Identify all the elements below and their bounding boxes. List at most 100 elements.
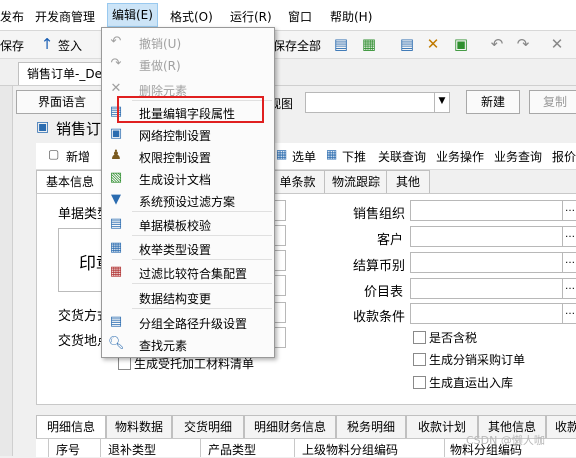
- copy-button[interactable]: 复制: [529, 90, 576, 114]
- redo-icon: ↷: [110, 56, 122, 71]
- menu-item-undo[interactable]: ↶ 撤销(U): [102, 31, 274, 53]
- checkin-button[interactable]: 签入: [58, 37, 82, 54]
- grid-header-parent-group: 上级物料分组编码: [302, 443, 399, 457]
- list-icon[interactable]: ▤: [398, 35, 416, 53]
- menu-item-label: 系统预设过滤方案: [139, 195, 236, 209]
- watermark: CSDN @懒人咖: [466, 434, 545, 447]
- menu-item-label: 权限控制设置: [139, 151, 212, 165]
- push-down-button[interactable]: 下推: [342, 148, 366, 165]
- tab-detail-info[interactable]: 明细信息: [36, 415, 106, 439]
- redo-icon[interactable]: ↷: [514, 35, 532, 53]
- menu-item-group-path[interactable]: ▤ 分组全路径升级设置: [102, 311, 274, 333]
- designer-bar: 界面语言 视图 ▼ 新建 复制: [14, 88, 576, 116]
- search-icon: 🔍︎: [108, 336, 125, 351]
- card-icon: ▣: [36, 119, 50, 135]
- push-icon: ▦: [326, 147, 338, 161]
- report-button[interactable]: 报价: [552, 148, 576, 165]
- menu-window[interactable]: 窗口: [288, 8, 312, 25]
- group-path-icon: ▤: [109, 314, 123, 329]
- menu-help[interactable]: 帮助(H): [330, 8, 372, 25]
- customer-label: 客户: [377, 233, 404, 248]
- undo-icon[interactable]: ↶: [488, 35, 506, 53]
- payment-terms-input[interactable]: …: [410, 303, 576, 324]
- menu-item-data-structure[interactable]: 数据结构变更: [102, 286, 274, 308]
- add-button[interactable]: 新增: [66, 148, 90, 165]
- filter-icon: ▼: [111, 192, 121, 207]
- menu-item-redo[interactable]: ↷ 重做(R): [102, 53, 274, 75]
- grid-divider: [294, 439, 295, 457]
- new-button[interactable]: 新建: [466, 90, 520, 114]
- menu-item-filter-scheme[interactable]: ▼ 系统预设过滤方案: [102, 189, 274, 211]
- tab-delivery-detail[interactable]: 交货明细: [172, 415, 244, 439]
- menu-item-template-check[interactable]: ▤ 单据模板校验: [102, 213, 274, 235]
- menu-item-permission-control[interactable]: ♟ 权限控制设置: [102, 145, 274, 167]
- menu-item-label: 枚举类型设置: [139, 243, 212, 257]
- arrow-up-icon: ↑: [40, 35, 54, 53]
- ellipsis-icon[interactable]: …: [562, 279, 576, 298]
- grid-header-product-type: 产品类型: [208, 443, 257, 457]
- network-icon: ▣: [109, 126, 123, 141]
- document-tab-title: 销售订单-_Def: [27, 67, 107, 81]
- sales-org-input[interactable]: …: [410, 200, 576, 221]
- menu-item-label: 分组全路径升级设置: [139, 317, 248, 331]
- tab-terms[interactable]: 单条款: [269, 170, 326, 194]
- tab-basic-info[interactable]: 基本信息: [36, 170, 104, 193]
- report-icon[interactable]: ▦: [360, 35, 378, 53]
- menu-item-label: 单据模板校验: [139, 219, 212, 233]
- menu-item-enum-settings[interactable]: ▦ 枚举类型设置: [102, 237, 274, 259]
- customer-input[interactable]: …: [410, 226, 576, 247]
- export-icon[interactable]: ▣: [452, 35, 470, 53]
- related-query-button[interactable]: 关联查询: [378, 148, 426, 165]
- tab-finance-detail[interactable]: 明细财务信息: [244, 415, 336, 439]
- tab-collection[interactable]: 收款: [546, 415, 576, 439]
- tab-tax-detail[interactable]: 税务明细: [336, 415, 406, 439]
- menu-item-find-element[interactable]: 🔍︎ 查找元素: [102, 333, 274, 355]
- form-icon[interactable]: ▤: [332, 35, 350, 53]
- sales-org-label: 销售组织: [353, 207, 406, 222]
- menu-edit[interactable]: 编辑(E): [107, 3, 158, 27]
- ellipsis-icon[interactable]: …: [562, 201, 576, 220]
- grid-divider: [48, 439, 49, 457]
- menu-item-generate-doc[interactable]: ▧ 生成设计文档: [102, 167, 274, 189]
- ellipsis-icon[interactable]: …: [562, 253, 576, 272]
- payment-terms-label: 收款条件: [353, 310, 406, 325]
- view-select[interactable]: ▼: [305, 92, 450, 113]
- tax-included-checkbox[interactable]: [413, 331, 426, 344]
- menu-item-compare-config[interactable]: ▦ 过滤比较符合集配置: [102, 261, 274, 283]
- ellipsis-icon[interactable]: …: [562, 227, 576, 246]
- close-icon[interactable]: ✕: [548, 35, 566, 53]
- biz-op-button[interactable]: 业务操作: [436, 148, 484, 165]
- menu-separator: [132, 283, 272, 284]
- price-list-input[interactable]: …: [410, 278, 576, 299]
- menu-item-label: 查找元素: [139, 339, 188, 353]
- gen-purchase-checkbox[interactable]: [413, 353, 426, 366]
- menu-publish[interactable]: 发布: [0, 8, 24, 25]
- menu-run[interactable]: 运行(R): [230, 8, 272, 25]
- menu-separator: [132, 211, 272, 212]
- menu-format[interactable]: 格式(O): [170, 8, 213, 25]
- tools-icon[interactable]: ✕: [424, 35, 442, 53]
- menu-bar: 发布 开发商管理 编辑(E) 格式(O) 运行(R) 窗口 帮助(H): [0, 0, 576, 31]
- new-doc-icon: ▢: [48, 147, 60, 161]
- select-order-button[interactable]: 选单: [292, 148, 316, 165]
- save-all-button[interactable]: 保存全部: [273, 37, 321, 54]
- ellipsis-icon[interactable]: …: [562, 304, 576, 323]
- gen-direct-checkbox[interactable]: [413, 376, 426, 389]
- select-icon: ▦: [276, 147, 288, 161]
- data-structure-icon: [108, 289, 124, 305]
- menu-developer[interactable]: 开发商管理: [35, 8, 95, 25]
- outsourcing-checkbox[interactable]: [118, 357, 131, 370]
- tab-other[interactable]: 其他: [386, 170, 430, 194]
- grid-divider: [200, 439, 201, 457]
- menu-item-network-control[interactable]: ▣ 网络控制设置: [102, 123, 274, 145]
- ui-language-button[interactable]: 界面语言: [16, 90, 108, 114]
- tab-material-data[interactable]: 物料数据: [106, 415, 172, 439]
- save-button[interactable]: 保存: [0, 37, 24, 54]
- menu-item-label: 撤销(U): [139, 37, 182, 51]
- currency-input[interactable]: …: [410, 252, 576, 273]
- biz-query-button[interactable]: 业务查询: [494, 148, 542, 165]
- edit-menu: ↶ 撤销(U) ↷ 重做(R) ✕ 删除元素 ▤ 批量编辑字段属性 ▣ 网络控制…: [101, 27, 275, 358]
- currency-label: 结算币别: [353, 259, 406, 274]
- price-list-label: 价目表: [364, 285, 404, 300]
- tab-logistics[interactable]: 物流跟踪: [324, 170, 388, 194]
